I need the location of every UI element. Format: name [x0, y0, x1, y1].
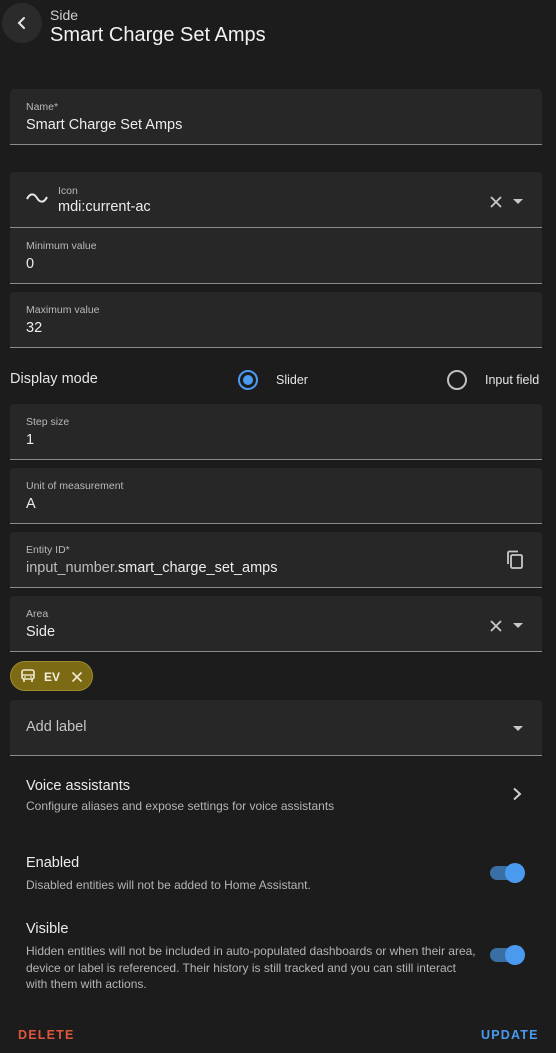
dialog-header: Side Smart Charge Set Amps — [0, 0, 556, 60]
entity-id-input[interactable]: smart_charge_set_amps — [118, 560, 278, 576]
input-field-radio-label[interactable]: Input field — [485, 373, 539, 387]
name-field[interactable]: Name* Smart Charge Set Amps — [10, 89, 542, 145]
voice-assistants-title: Voice assistants — [26, 778, 130, 794]
add-label-field[interactable]: Add label — [10, 700, 542, 756]
unit-field-input[interactable]: A — [26, 496, 36, 512]
enabled-title: Enabled — [26, 855, 80, 871]
copy-icon[interactable] — [506, 550, 524, 570]
entity-id-value[interactable]: input_number.smart_charge_set_amps — [26, 560, 277, 576]
enabled-description: Disabled entities will not be added to H… — [26, 878, 311, 892]
display-mode-label: Display mode — [10, 371, 98, 387]
chevron-right-icon — [513, 787, 522, 801]
label-chip-ev[interactable]: EV — [10, 661, 93, 691]
delete-button[interactable]: DELETE — [18, 1028, 75, 1042]
label-chip-text: EV — [44, 670, 61, 684]
slider-radio[interactable] — [238, 370, 258, 390]
voice-assistants-description: Configure aliases and expose settings fo… — [26, 799, 335, 813]
minimum-value-input[interactable]: 0 — [26, 256, 34, 272]
chevron-down-icon[interactable] — [513, 199, 523, 204]
entity-id-prefix: input_number. — [26, 560, 118, 576]
add-label-chevron-down-icon[interactable] — [513, 726, 523, 731]
unit-field-label: Unit of measurement — [26, 480, 124, 492]
step-size-field[interactable]: Step size 1 — [10, 404, 542, 460]
area-field-label: Area — [26, 608, 49, 620]
input-field-radio[interactable] — [447, 370, 467, 390]
remove-chip-icon[interactable] — [71, 671, 83, 683]
icon-field-label: Icon — [58, 185, 78, 197]
chevron-left-icon — [17, 17, 25, 29]
entity-id-label: Entity ID* — [26, 544, 70, 556]
clear-icon[interactable] — [489, 195, 503, 209]
current-ac-icon — [26, 193, 48, 203]
visible-toggle[interactable] — [489, 943, 527, 967]
unit-field[interactable]: Unit of measurement A — [10, 468, 542, 524]
step-size-input[interactable]: 1 — [26, 432, 34, 448]
visible-description: Hidden entities will not be included in … — [26, 944, 476, 991]
enabled-toggle-thumb — [505, 863, 525, 883]
icon-picker-field[interactable]: Icon mdi:current-ac — [10, 172, 542, 228]
header-subtitle: Side — [50, 7, 79, 23]
back-button[interactable] — [2, 3, 42, 43]
maximum-value-input[interactable]: 32 — [26, 320, 42, 336]
icon-field-value[interactable]: mdi:current-ac — [58, 199, 151, 215]
area-chevron-down-icon[interactable] — [513, 623, 523, 628]
maximum-value-label: Maximum value — [26, 304, 100, 316]
visible-toggle-thumb — [505, 945, 525, 965]
clear-area-icon[interactable] — [489, 619, 503, 633]
maximum-value-field[interactable]: Maximum value 32 — [10, 292, 542, 348]
add-label-placeholder[interactable]: Add label — [26, 719, 86, 735]
enabled-toggle[interactable] — [489, 861, 527, 885]
minimum-value-field[interactable]: Minimum value 0 — [10, 228, 542, 284]
slider-radio-label[interactable]: Slider — [276, 373, 308, 387]
car-icon — [21, 669, 35, 682]
name-field-value[interactable]: Smart Charge Set Amps — [26, 117, 182, 133]
step-size-label: Step size — [26, 416, 70, 428]
minimum-value-label: Minimum value — [26, 240, 97, 252]
page-title: Smart Charge Set Amps — [50, 24, 266, 46]
name-field-label: Name* — [26, 101, 59, 113]
area-field-value[interactable]: Side — [26, 624, 55, 640]
area-field[interactable]: Area Side — [10, 596, 542, 652]
visible-title: Visible — [26, 921, 69, 937]
update-button[interactable]: UPDATE — [481, 1028, 539, 1042]
entity-id-field[interactable]: Entity ID* input_number.smart_charge_set… — [10, 532, 542, 588]
